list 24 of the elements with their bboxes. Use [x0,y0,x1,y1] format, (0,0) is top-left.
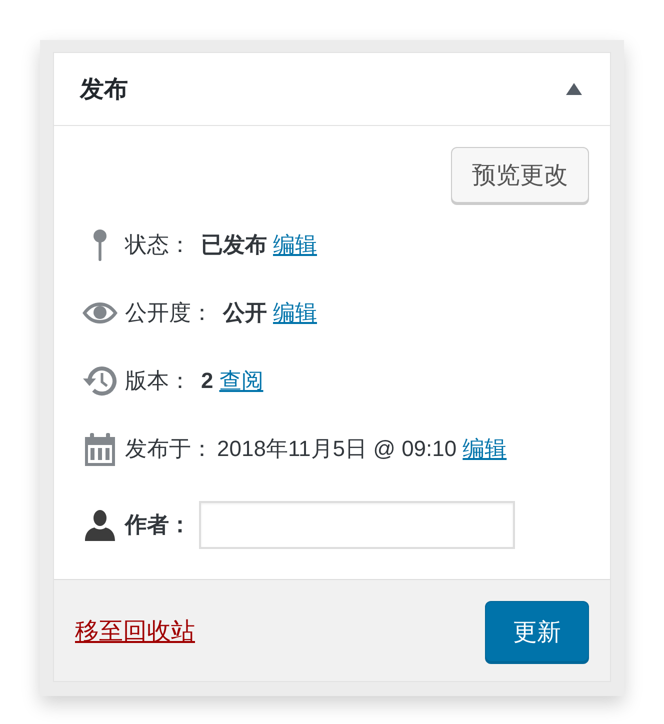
author-input-field[interactable] [199,501,515,549]
status-label: 状态： [125,231,191,259]
edit-link[interactable]: 编辑 [273,298,317,328]
calendar-icon [85,432,115,466]
publish-date-value: 2018年11月5日 @ 09:10 [217,435,457,463]
update-button[interactable]: 更新 [485,601,589,662]
person-icon [85,510,115,540]
revisions-label: 版本： [125,367,191,395]
caret-up-icon[interactable] [566,83,582,95]
pushpin-icon [93,229,107,261]
eye-icon [82,302,118,324]
author-label: 作者： [125,511,191,539]
browse-link[interactable]: 查阅 [219,366,264,396]
history-clock-icon [83,365,117,397]
move-to-trash-link[interactable]: 移至回收站 [75,614,195,646]
revisions-count: 2 [201,368,214,394]
edit-link[interactable]: 编辑 [273,230,317,260]
publish-date-label: 发布于： [125,435,213,463]
edit-link[interactable]: 编辑 [462,434,507,464]
preview-changes-button[interactable]: 预览更改 [451,147,589,203]
panel-title: 发布 [80,75,128,105]
visibility-label: 公开度： [125,299,213,327]
status-value: 已发布 [201,231,267,259]
visibility-value: 公开 [223,299,267,327]
